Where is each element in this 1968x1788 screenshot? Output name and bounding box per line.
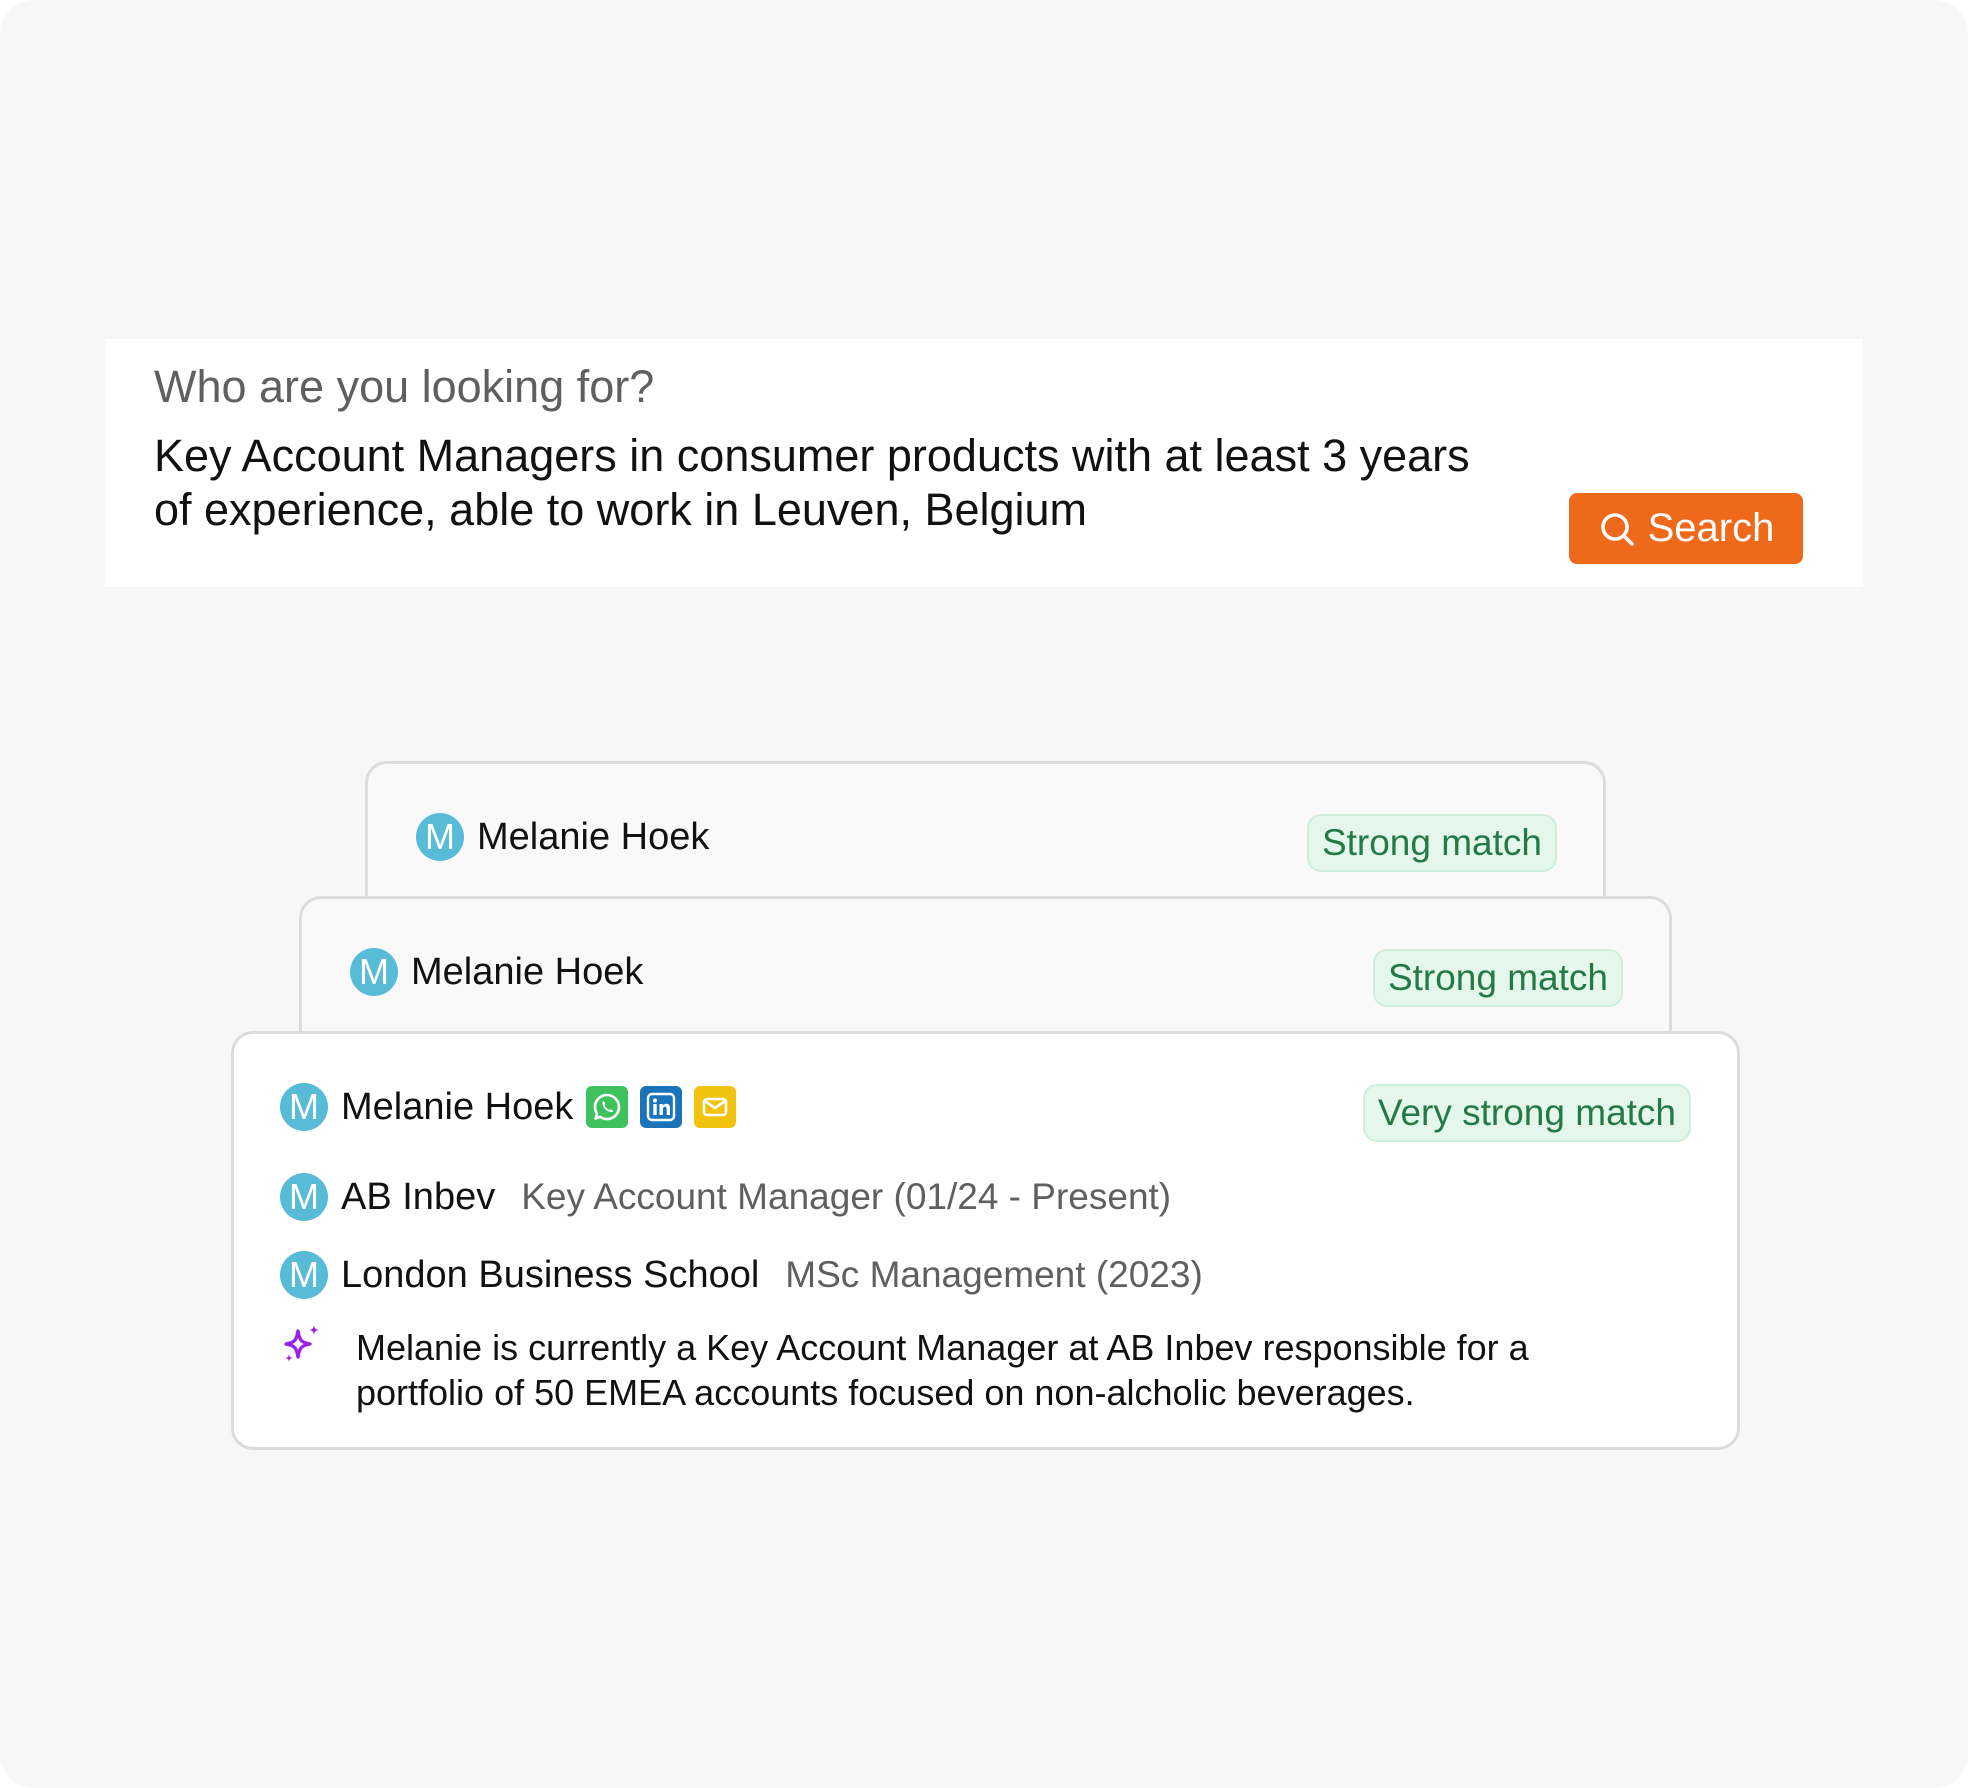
avatar: M [280, 1083, 328, 1131]
result-card-expanded[interactable]: M Melanie Hoek Very strong match M AB In… [231, 1031, 1740, 1450]
page-background: Who are you looking for? Key Account Man… [0, 0, 1968, 1788]
ai-summary: Melanie is currently a Key Account Manag… [280, 1325, 1636, 1415]
school-name: London Business School [341, 1253, 760, 1296]
match-badge: Strong match [1372, 949, 1623, 1007]
contact-icons [586, 1086, 737, 1128]
job-title: Key Account Manager (01/24 - Present) [521, 1176, 1172, 1217]
education-row: M London Business School MSc Management … [280, 1251, 1203, 1299]
search-prompt-label: Who are you looking for? [154, 361, 655, 412]
sparkle-icon [280, 1323, 324, 1367]
school-logo: M [280, 1251, 328, 1299]
candidate-name[interactable]: Melanie Hoek [477, 816, 709, 859]
candidate-name[interactable]: Melanie Hoek [411, 951, 643, 994]
match-badge: Strong match [1306, 814, 1557, 872]
search-button[interactable]: Search [1569, 493, 1803, 564]
candidate-header: M Melanie Hoek [280, 1083, 737, 1131]
search-panel: Who are you looking for? Key Account Man… [105, 339, 1863, 587]
candidate-header: M Melanie Hoek [416, 813, 709, 861]
search-icon [1598, 510, 1636, 548]
whatsapp-icon[interactable] [586, 1086, 629, 1128]
search-query-input[interactable]: Key Account Managers in consumer product… [154, 429, 1474, 537]
linkedin-icon[interactable] [640, 1086, 683, 1128]
company-name: AB Inbev [341, 1175, 496, 1218]
candidate-header: M Melanie Hoek [350, 948, 643, 996]
experience-row: M AB Inbev Key Account Manager (01/24 - … [280, 1173, 1171, 1221]
search-button-label: Search [1647, 506, 1775, 550]
match-badge: Very strong match [1362, 1084, 1691, 1142]
avatar: M [416, 813, 464, 861]
email-icon[interactable] [694, 1086, 737, 1128]
degree: MSc Management (2023) [785, 1254, 1203, 1295]
avatar: M [350, 948, 398, 996]
company-logo: M [280, 1173, 328, 1221]
summary-text: Melanie is currently a Key Account Manag… [356, 1327, 1529, 1413]
candidate-name[interactable]: Melanie Hoek [341, 1086, 573, 1129]
